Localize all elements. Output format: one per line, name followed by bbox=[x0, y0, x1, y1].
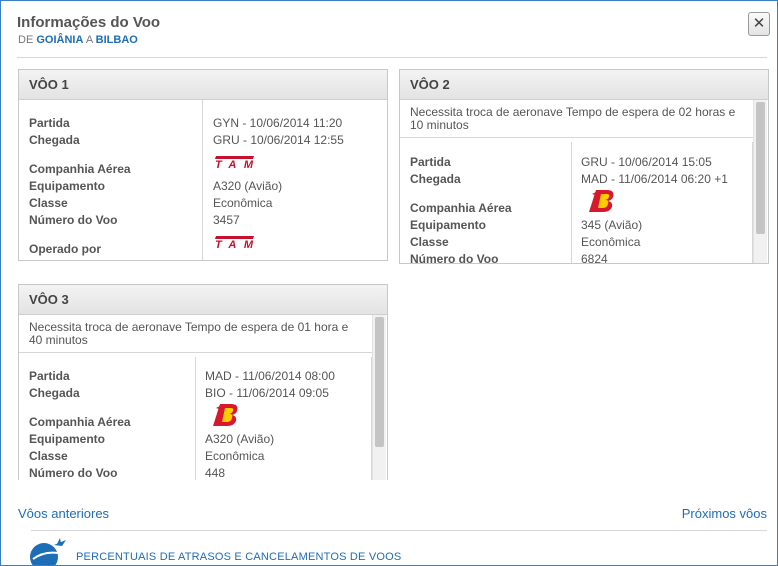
airline-label: Companhia Aérea bbox=[410, 201, 512, 215]
flight-number-label: Número do Voo bbox=[29, 213, 118, 227]
connection-note: Necessita troca de aeronave Tempo de esp… bbox=[19, 315, 372, 353]
svg-text:TAM: TAM bbox=[215, 159, 254, 169]
departure-value: GYN - 10/06/2014 11:20 bbox=[213, 116, 343, 130]
flight-number-label: Número do Voo bbox=[410, 252, 499, 263]
equipment-label: Equipamento bbox=[29, 179, 106, 193]
airline-label: Companhia Aérea bbox=[29, 162, 131, 176]
class-label: Classe bbox=[410, 235, 449, 249]
flight-card-title: VÔO 2 bbox=[400, 70, 768, 100]
dialog-title: Informações do Voo bbox=[17, 14, 161, 31]
class-value: Econômica bbox=[581, 235, 641, 249]
scrollbar-thumb[interactable] bbox=[756, 102, 765, 234]
connection-note: Necessita troca de aeronave Tempo de esp… bbox=[400, 100, 753, 138]
flight-number-value: 448 bbox=[205, 466, 226, 480]
arrival-label: Chegada bbox=[29, 386, 80, 400]
svg-text:TAM: TAM bbox=[215, 239, 254, 249]
arrival-label: Chegada bbox=[29, 133, 80, 147]
header-divider bbox=[17, 57, 767, 58]
arrival-label: Chegada bbox=[410, 172, 461, 186]
route-subtitle: DE GOIÂNIA A BILBAO bbox=[18, 34, 138, 46]
delay-statistics-link[interactable]: PERCENTUAIS DE ATRASOS E CANCELAMENTOS D… bbox=[76, 551, 401, 563]
flight-2-scrollbar[interactable] bbox=[753, 100, 767, 263]
iberia-logo-icon bbox=[589, 190, 614, 212]
arrival-value: MAD - 11/06/2014 06:20 +1 bbox=[581, 172, 728, 186]
flight-card-title: VÔO 1 bbox=[19, 70, 387, 100]
flight-card-title: VÔO 3 bbox=[19, 285, 387, 315]
flight-card-body: Partida GYN - 10/06/2014 11:20 Chegada GRU… bbox=[19, 100, 387, 260]
flight-card-3: VÔO 3 Necessita troca de aeronave Tempo … bbox=[18, 284, 388, 480]
previous-flights-link[interactable]: Vôos anteriores bbox=[18, 506, 109, 521]
arrival-value: BIO - 11/06/2014 09:05 bbox=[205, 386, 329, 400]
next-flights-link[interactable]: Próximos vôos bbox=[682, 506, 767, 521]
departure-label: Partida bbox=[29, 116, 70, 130]
flight-3-scrollbar[interactable] bbox=[372, 315, 386, 480]
route-destination: BILBAO bbox=[95, 34, 138, 46]
tam-operator-logo-icon: TAM bbox=[215, 236, 254, 249]
close-icon: ✕ bbox=[752, 15, 766, 32]
equipment-value: A320 (Avião) bbox=[213, 179, 283, 193]
tam-logo-icon: TAM bbox=[215, 156, 254, 169]
airline-label: Companhia Aérea bbox=[29, 415, 131, 429]
departure-value: MAD - 11/06/2014 08:00 bbox=[205, 369, 335, 383]
departure-label: Partida bbox=[29, 369, 70, 383]
flight-card-2: VÔO 2 Necessita troca de aeronave Tempo … bbox=[399, 69, 769, 264]
flight-number-label: Número do Voo bbox=[29, 466, 118, 480]
footer-divider bbox=[31, 530, 767, 531]
flight-card-1: VÔO 1 Partida GYN - 10/06/2014 11:20 Cheg… bbox=[18, 69, 388, 261]
departure-label: Partida bbox=[410, 155, 451, 169]
route-to-prefix: A bbox=[85, 34, 93, 46]
equipment-value: 345 (Avião) bbox=[581, 218, 643, 232]
flight-number-value: 3457 bbox=[213, 213, 240, 227]
column-divider bbox=[571, 142, 572, 263]
departure-value: GRU - 10/06/2014 15:05 bbox=[581, 155, 712, 169]
equipment-label: Equipamento bbox=[410, 218, 487, 232]
column-divider bbox=[195, 357, 196, 480]
class-label: Classe bbox=[29, 449, 68, 463]
flight-number-value: 6824 bbox=[581, 252, 608, 263]
arrival-value: GRU - 10/06/2014 12:55 bbox=[213, 133, 344, 147]
class-label: Classe bbox=[29, 196, 68, 210]
operated-by-label: Operado por bbox=[29, 242, 102, 256]
route-origin: GOIÂNIA bbox=[36, 34, 84, 46]
globe-airplane-icon bbox=[30, 538, 66, 565]
equipment-label: Equipamento bbox=[29, 432, 106, 446]
class-value: Econômica bbox=[213, 196, 273, 210]
iberia-logo-icon bbox=[213, 404, 238, 426]
flight-card-body: Necessita troca de aeronave Tempo de esp… bbox=[19, 315, 372, 480]
equipment-value: A320 (Avião) bbox=[205, 432, 275, 446]
class-value: Econômica bbox=[205, 449, 265, 463]
close-button[interactable]: ✕ bbox=[748, 12, 770, 36]
route-from-prefix: DE bbox=[18, 34, 34, 46]
flight-card-body: Necessita troca de aeronave Tempo de esp… bbox=[400, 100, 753, 263]
scrollbar-thumb[interactable] bbox=[375, 317, 384, 447]
flight-info-dialog: Informações do Voo DE GOIÂNIA A BILBAO ✕… bbox=[0, 0, 778, 566]
column-divider bbox=[202, 100, 203, 260]
